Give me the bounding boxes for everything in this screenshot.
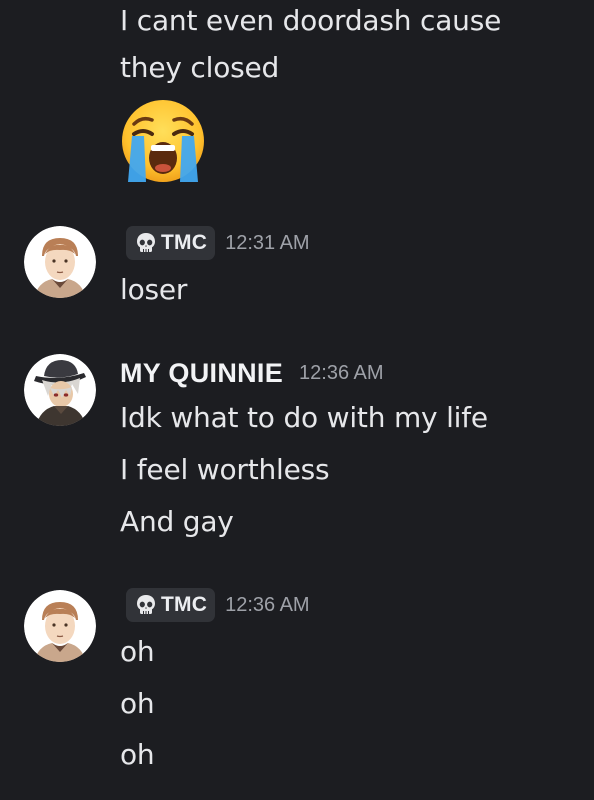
message-text: I cant even doordash cause [120, 4, 502, 37]
guild-tag-label: TMC [161, 231, 208, 254]
timestamp: 12:36 AM [225, 593, 310, 616]
message-text: they closed [120, 51, 280, 84]
avatar[interactable] [24, 354, 96, 426]
avatar[interactable] [24, 590, 96, 662]
message-text: oh [120, 738, 155, 771]
username[interactable]: MY QUINNIE [120, 358, 283, 389]
skull-icon [134, 593, 158, 617]
message-text: And gay [120, 505, 234, 538]
message-header: TMC 12:36 AM [120, 588, 310, 622]
message-text: Idk what to do with my life [120, 401, 488, 434]
loudly-crying-face-icon [120, 98, 206, 184]
message-text: oh [120, 687, 155, 720]
message-header: MY QUINNIE 12:36 AM [120, 356, 384, 390]
message-text: loser [120, 273, 188, 306]
timestamp: 12:31 AM [225, 231, 310, 254]
timestamp: 12:36 AM [299, 361, 384, 384]
skull-icon [134, 231, 158, 255]
guild-tag[interactable]: TMC [126, 588, 216, 622]
guild-tag[interactable]: TMC [126, 226, 216, 260]
avatar[interactable] [24, 226, 96, 298]
message-header: TMC 12:31 AM [120, 226, 310, 260]
message-text: I feel worthless [120, 453, 330, 486]
message-text: oh [120, 635, 155, 668]
guild-tag-label: TMC [161, 593, 208, 616]
